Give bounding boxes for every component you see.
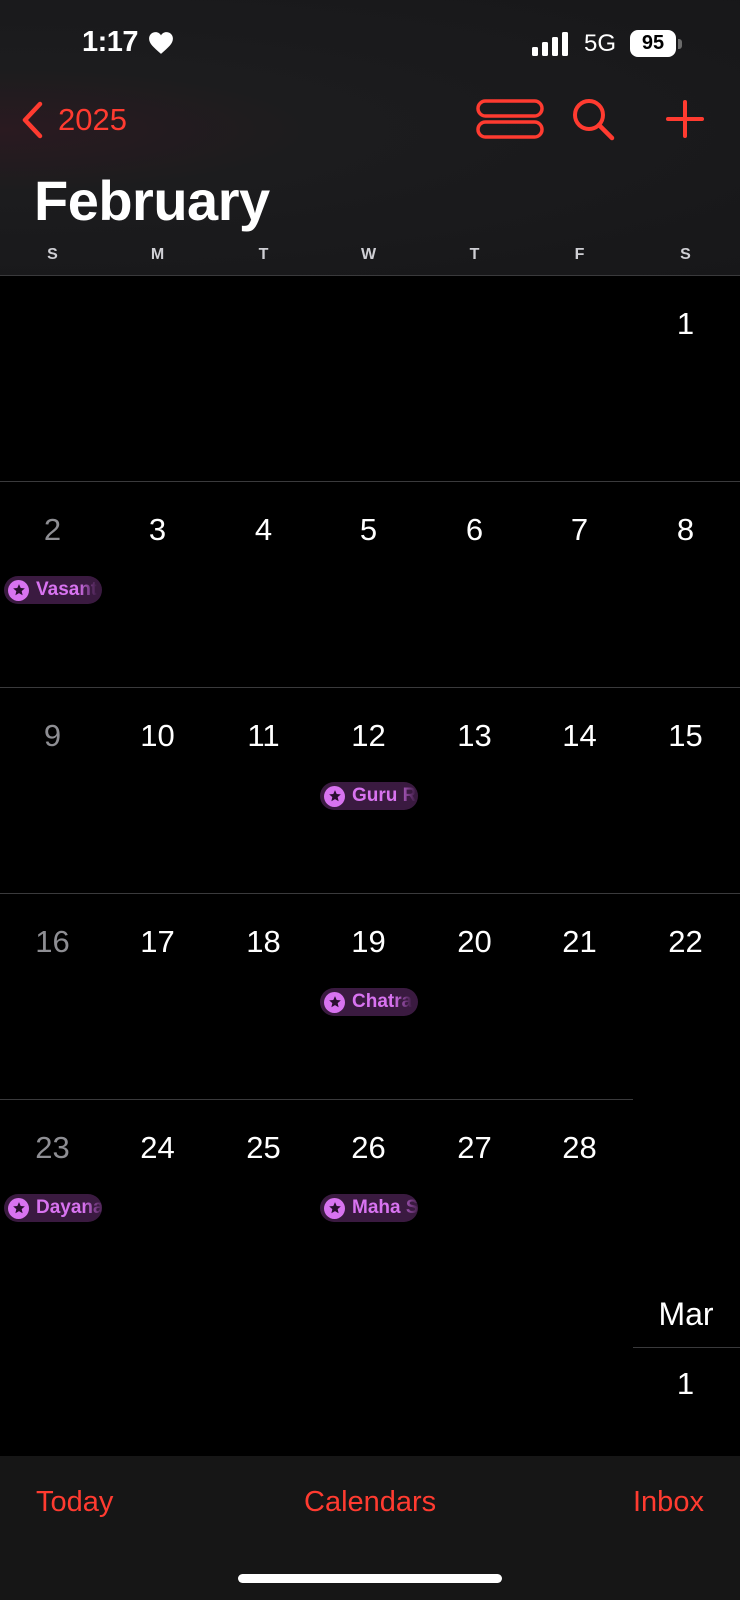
- day-cell[interactable]: 8: [633, 512, 738, 548]
- day-cell[interactable]: 23: [0, 1130, 105, 1166]
- list-view-button[interactable]: [476, 96, 546, 142]
- day-cell[interactable]: 5: [316, 512, 421, 548]
- day-cell[interactable]: 9: [0, 718, 105, 754]
- event-pill[interactable]: Dayana: [4, 1194, 102, 1222]
- bottom-toolbar: Today Calendars Inbox: [0, 1456, 740, 1600]
- star-icon: [324, 1197, 345, 1219]
- weekday-label: W: [360, 246, 377, 263]
- day-cell[interactable]: 21: [527, 924, 632, 960]
- event-pill[interactable]: Chatra: [320, 988, 418, 1016]
- day-cell[interactable]: 1: [633, 1366, 738, 1402]
- month-title: February: [34, 169, 270, 232]
- week-divider: [0, 481, 740, 482]
- week-divider: [0, 1099, 633, 1100]
- day-cell[interactable]: 4: [211, 512, 316, 548]
- event-label: Vasant: [36, 579, 98, 600]
- header: 1:17 5G 95 2025 February S M T W T F S: [0, 0, 740, 276]
- status-time: 1:17: [82, 26, 139, 58]
- day-cell[interactable]: 18: [211, 924, 316, 960]
- month-grid: 1 2 3 4 5 6 7 8 9 10 11 12 13 14 15 16 1…: [0, 275, 740, 1456]
- weekday-label: T: [258, 246, 269, 263]
- battery-level: 95: [630, 30, 676, 57]
- day-cell[interactable]: 20: [422, 924, 527, 960]
- back-label: 2025: [58, 102, 127, 137]
- event-pill[interactable]: Guru R: [320, 782, 418, 810]
- day-cell[interactable]: 27: [422, 1130, 527, 1166]
- event-pill[interactable]: Maha S: [320, 1194, 418, 1222]
- signal-bars-icon: [532, 32, 568, 56]
- day-cell[interactable]: 16: [0, 924, 105, 960]
- star-icon: [324, 785, 345, 807]
- day-cell[interactable]: 24: [105, 1130, 210, 1166]
- home-indicator[interactable]: [238, 1574, 502, 1583]
- day-cell[interactable]: 13: [422, 718, 527, 754]
- day-cell[interactable]: 28: [527, 1130, 632, 1166]
- heart-icon: [149, 32, 173, 54]
- network-type: 5G: [584, 30, 617, 57]
- weekday-label: T: [469, 246, 480, 263]
- week-divider: [0, 687, 740, 688]
- star-icon: [324, 991, 345, 1013]
- day-cell[interactable]: 15: [633, 718, 738, 754]
- day-cell[interactable]: 12: [316, 718, 421, 754]
- back-to-year-button[interactable]: 2025: [20, 98, 127, 142]
- week-divider: [0, 893, 740, 894]
- day-cell[interactable]: 22: [633, 924, 738, 960]
- next-month-label: Mar: [658, 1296, 714, 1332]
- day-cell[interactable]: 17: [105, 924, 210, 960]
- day-cell[interactable]: 3: [105, 512, 210, 548]
- weekday-label: M: [150, 246, 165, 263]
- star-icon: [8, 579, 29, 601]
- day-cell[interactable]: 11: [211, 718, 316, 754]
- day-cell[interactable]: 2: [0, 512, 105, 548]
- week-divider: [0, 275, 740, 276]
- calendars-button[interactable]: Calendars: [304, 1486, 436, 1519]
- day-cell[interactable]: 10: [105, 718, 210, 754]
- day-cell[interactable]: 1: [633, 306, 738, 342]
- weekday-label: S: [680, 246, 691, 263]
- event-label: Guru R: [352, 785, 417, 806]
- star-icon: [8, 1197, 29, 1219]
- event-label: Chatra: [352, 991, 413, 1012]
- today-button[interactable]: Today: [36, 1486, 113, 1519]
- chevron-left-icon: [22, 101, 43, 139]
- battery-tip: [678, 39, 682, 49]
- battery-icon: 95: [630, 30, 682, 57]
- day-cell[interactable]: 19: [316, 924, 421, 960]
- inbox-button[interactable]: Inbox: [633, 1486, 704, 1519]
- search-icon[interactable]: [570, 96, 616, 142]
- event-label: Dayana: [36, 1197, 102, 1218]
- next-month-divider: [633, 1347, 740, 1348]
- day-cell[interactable]: 14: [527, 718, 632, 754]
- event-pill[interactable]: Vasant: [4, 576, 102, 604]
- weekday-label: F: [574, 246, 585, 263]
- weekday-header-row: S M T W T F S: [0, 246, 740, 270]
- day-cell[interactable]: 26: [316, 1130, 421, 1166]
- calendar-app: 1:17 5G 95 2025 February S M T W T F S 1…: [0, 0, 740, 1600]
- day-cell[interactable]: 7: [527, 512, 632, 548]
- event-label: Maha S: [352, 1197, 418, 1218]
- add-icon[interactable]: [662, 96, 708, 142]
- day-cell[interactable]: 6: [422, 512, 527, 548]
- weekday-label: S: [47, 246, 58, 263]
- day-cell[interactable]: 25: [211, 1130, 316, 1166]
